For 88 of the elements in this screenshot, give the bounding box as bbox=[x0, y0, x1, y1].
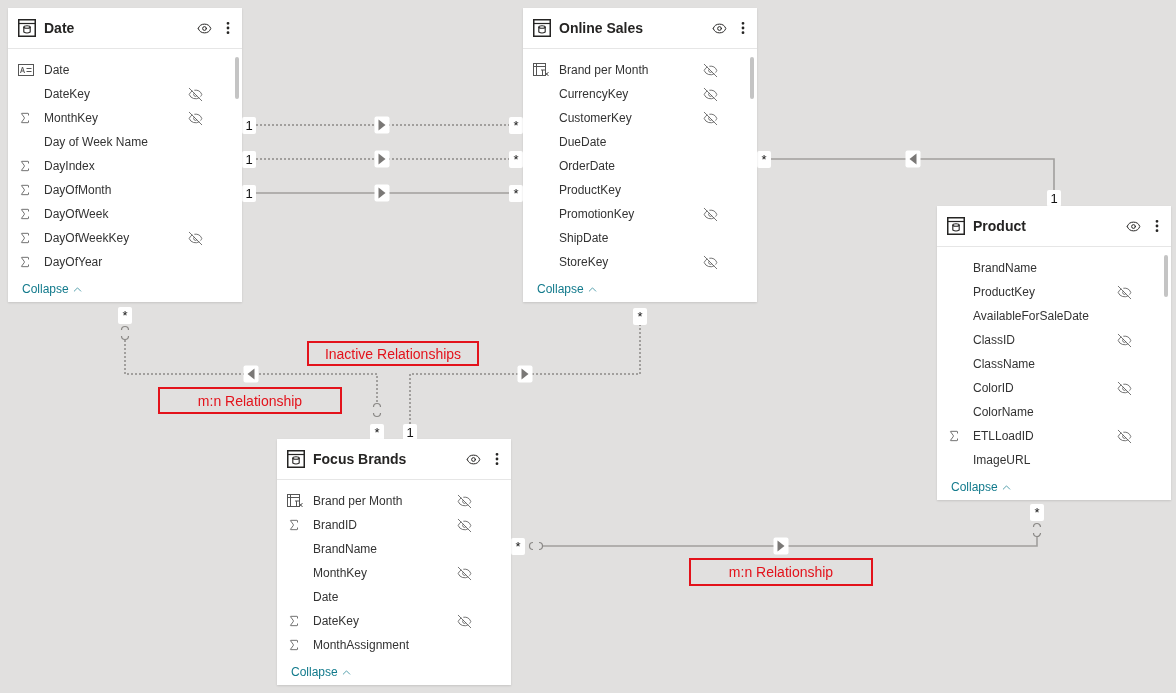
table-card[interactable]: Date Date DateKey MonthKey Day of Week Name DayIndex DayOfMonth DayOfWeek DayOfWeekKey DayOfYear Collapse bbox=[8, 8, 242, 302]
collapse-button[interactable]: Collapse bbox=[22, 282, 84, 296]
text-field-icon bbox=[18, 64, 34, 76]
sigma-icon bbox=[287, 638, 301, 652]
eye-icon[interactable] bbox=[712, 20, 727, 36]
cardinality-label: 1 bbox=[242, 185, 256, 202]
field-name[interactable]: ClassID bbox=[973, 333, 1117, 347]
field-name[interactable]: DayOfWeek bbox=[44, 207, 188, 221]
table-card[interactable]: Online Sales Brand per Month CurrencyKey CustomerKey DueDate OrderDate ProductKey PromotionKey ShipDate StoreKey Collapse bbox=[523, 8, 757, 302]
collapse-button[interactable]: Collapse bbox=[291, 665, 353, 679]
table-title: Focus Brands bbox=[313, 451, 408, 467]
annotation-label: m:n Relationship bbox=[689, 558, 873, 586]
field-name[interactable]: ColorID bbox=[973, 381, 1117, 395]
field-name[interactable]: Brand per Month bbox=[313, 494, 457, 508]
calculated-table-icon bbox=[287, 494, 303, 508]
table-title: Date bbox=[44, 20, 76, 36]
field-name[interactable]: CurrencyKey bbox=[559, 87, 703, 101]
annotation-label: Inactive Relationships bbox=[307, 341, 479, 366]
field-name[interactable]: DueDate bbox=[559, 135, 703, 149]
table-card[interactable]: Product BrandName ProductKey AvailableForSaleDate ClassID ClassName ColorID ColorName ETLLoadID ImageURL Collapse bbox=[937, 206, 1171, 500]
cardinality-label: 1 bbox=[242, 117, 256, 134]
cardinality-label: * bbox=[509, 185, 523, 202]
cardinality-label: * bbox=[118, 307, 132, 324]
relationship-line[interactable] bbox=[255, 116, 510, 134]
field-name[interactable]: ETLLoadID bbox=[973, 429, 1117, 443]
cardinality-label: 1 bbox=[242, 151, 256, 168]
field-name[interactable]: ProductKey bbox=[559, 183, 703, 197]
collapse-button[interactable]: Collapse bbox=[537, 282, 599, 296]
relationship-line[interactable] bbox=[770, 150, 1055, 191]
eye-icon[interactable] bbox=[197, 20, 212, 36]
eye-icon[interactable] bbox=[1126, 218, 1141, 234]
scrollbar-thumb[interactable] bbox=[1164, 255, 1168, 297]
cardinality-label: * bbox=[509, 117, 523, 134]
field-name[interactable]: ClassName bbox=[973, 357, 1117, 371]
sigma-icon bbox=[18, 207, 32, 221]
field-name[interactable]: ProductKey bbox=[973, 285, 1117, 299]
relationship-line[interactable] bbox=[255, 184, 510, 202]
annotation-label: m:n Relationship bbox=[158, 387, 342, 414]
field-name[interactable]: ShipDate bbox=[559, 231, 703, 245]
cardinality-label: * bbox=[511, 538, 525, 555]
field-name[interactable]: BrandID bbox=[313, 518, 457, 532]
field-name[interactable]: ImageURL bbox=[973, 453, 1117, 467]
cardinality-label: * bbox=[757, 151, 771, 168]
sigma-icon bbox=[18, 183, 32, 197]
field-name[interactable]: DateKey bbox=[313, 614, 457, 628]
relationship-line[interactable] bbox=[255, 150, 510, 168]
collapse-button[interactable]: Collapse bbox=[951, 480, 1013, 494]
field-name[interactable]: CustomerKey bbox=[559, 111, 703, 125]
field-name[interactable]: DayOfWeekKey bbox=[44, 231, 188, 245]
eye-icon[interactable] bbox=[466, 451, 481, 467]
scrollbar-thumb[interactable] bbox=[235, 57, 239, 99]
field-name[interactable]: OrderDate bbox=[559, 159, 703, 173]
sigma-icon bbox=[18, 231, 32, 245]
field-name[interactable]: ColorName bbox=[973, 405, 1117, 419]
field-name[interactable]: StoreKey bbox=[559, 255, 703, 269]
field-name[interactable]: Brand per Month bbox=[559, 63, 703, 77]
cardinality-label: * bbox=[633, 308, 647, 325]
field-name[interactable]: DayOfYear bbox=[44, 255, 188, 269]
field-name[interactable]: MonthKey bbox=[44, 111, 188, 125]
sigma-icon bbox=[287, 518, 301, 532]
table-title: Online Sales bbox=[559, 20, 645, 36]
sigma-icon bbox=[947, 429, 961, 443]
field-name[interactable]: DayOfMonth bbox=[44, 183, 188, 197]
field-name[interactable]: MonthAssignment bbox=[313, 638, 457, 652]
sigma-icon bbox=[287, 614, 301, 628]
field-name[interactable]: Date bbox=[313, 590, 457, 604]
cardinality-label: * bbox=[1030, 504, 1044, 521]
field-name[interactable]: Day of Week Name bbox=[44, 135, 188, 149]
field-name[interactable]: AvailableForSaleDate bbox=[973, 309, 1117, 323]
table-icon bbox=[947, 217, 965, 235]
table-icon bbox=[18, 19, 36, 37]
scrollbar-thumb[interactable] bbox=[750, 57, 754, 99]
table-icon bbox=[533, 19, 551, 37]
field-name[interactable]: Date bbox=[44, 63, 188, 77]
field-name[interactable]: BrandName bbox=[313, 542, 457, 556]
field-name[interactable]: DateKey bbox=[44, 87, 188, 101]
sigma-icon bbox=[18, 255, 32, 269]
calculated-table-icon bbox=[533, 63, 549, 77]
table-icon bbox=[287, 450, 305, 468]
field-name[interactable]: BrandName bbox=[973, 261, 1117, 275]
table-card[interactable]: Focus Brands Brand per Month BrandID BrandName MonthKey Date DateKey MonthAssignment Collapse bbox=[277, 439, 511, 685]
sigma-icon bbox=[18, 111, 32, 125]
field-name[interactable]: PromotionKey bbox=[559, 207, 703, 221]
sigma-icon bbox=[18, 159, 32, 173]
cardinality-label: * bbox=[509, 151, 523, 168]
field-name[interactable]: MonthKey bbox=[313, 566, 457, 580]
table-title: Product bbox=[973, 218, 1027, 234]
field-name[interactable]: DayIndex bbox=[44, 159, 188, 173]
